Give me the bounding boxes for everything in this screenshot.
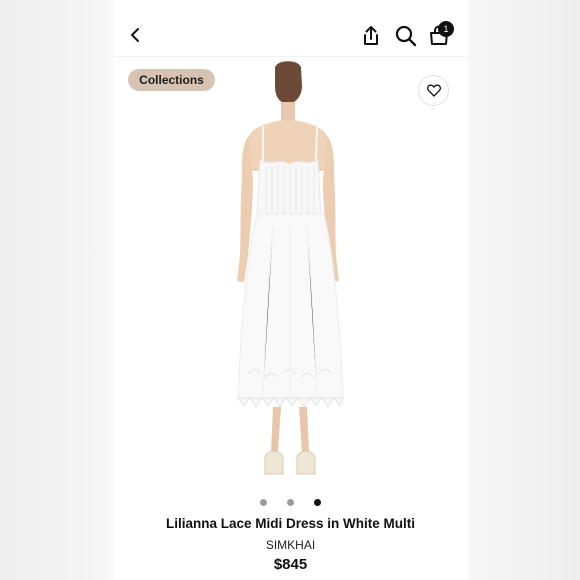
- heart-icon: [426, 84, 441, 97]
- carousel-dot[interactable]: [287, 499, 294, 506]
- chevron-left-icon: [131, 28, 139, 42]
- wishlist-button[interactable]: [418, 75, 449, 106]
- product-price: $845: [273, 556, 308, 573]
- cart-count-badge: 1: [438, 21, 454, 37]
- brand-name[interactable]: SIMKHAI: [113, 538, 468, 552]
- image-carousel-dots: [113, 497, 468, 509]
- search-icon: [395, 25, 417, 47]
- backdrop-right: [467, 0, 580, 580]
- product-detail-screen: 1 Collections Lilianna Lace Midi Dress i…: [113, 0, 468, 580]
- carousel-dot-active[interactable]: [314, 499, 321, 506]
- collections-badge[interactable]: Collections: [128, 69, 215, 91]
- back-button[interactable]: [125, 22, 145, 48]
- product-image[interactable]: [113, 56, 468, 494]
- carousel-dot[interactable]: [260, 499, 267, 506]
- backdrop-left: [0, 0, 113, 580]
- product-title: Lilianna Lace Midi Dress in White Multi: [165, 516, 416, 531]
- share-button[interactable]: [360, 24, 382, 48]
- top-navigation-bar: 1: [113, 0, 468, 57]
- share-icon: [364, 26, 378, 45]
- search-button[interactable]: [394, 24, 418, 48]
